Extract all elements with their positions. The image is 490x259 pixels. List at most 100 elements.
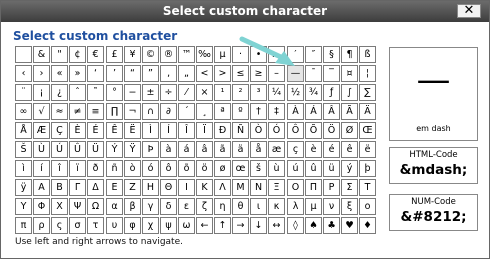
char-cell[interactable]: Γ: [69, 179, 86, 196]
char-cell[interactable]: ù: [268, 160, 285, 177]
char-cell[interactable]: ¥: [124, 46, 141, 63]
char-cell[interactable]: ë: [359, 141, 376, 158]
char-cell[interactable]: ‘: [87, 65, 104, 82]
char-cell[interactable]: œ: [232, 160, 249, 177]
char-cell[interactable]: ω: [178, 217, 195, 234]
char-cell[interactable]: [15, 46, 32, 63]
char-cell[interactable]: ô: [160, 160, 177, 177]
char-cell[interactable]: ”: [142, 65, 159, 82]
char-cell[interactable]: ™: [178, 46, 195, 63]
char-cell[interactable]: ↑: [214, 217, 231, 234]
char-cell[interactable]: Ο: [287, 179, 304, 196]
char-cell[interactable]: ‚: [160, 65, 177, 82]
char-cell[interactable]: õ: [178, 160, 195, 177]
char-cell[interactable]: μ: [305, 198, 322, 215]
char-cell[interactable]: ©: [142, 46, 159, 63]
char-cell[interactable]: γ: [142, 198, 159, 215]
char-cell[interactable]: ÿ: [15, 179, 32, 196]
char-cell[interactable]: ½: [287, 84, 304, 101]
char-cell[interactable]: ¢: [69, 46, 86, 63]
char-cell[interactable]: ó: [142, 160, 159, 177]
char-cell[interactable]: Κ: [196, 179, 213, 196]
char-cell[interactable]: ∞: [15, 103, 32, 120]
char-cell[interactable]: „: [178, 65, 195, 82]
char-cell[interactable]: Ω: [87, 198, 104, 215]
char-cell[interactable]: å: [250, 141, 267, 158]
char-cell[interactable]: ¬: [124, 103, 141, 120]
char-cell[interactable]: Μ: [232, 179, 249, 196]
char-cell[interactable]: í: [33, 160, 50, 177]
char-cell[interactable]: †: [250, 103, 267, 120]
char-cell[interactable]: ν: [323, 198, 340, 215]
char-cell[interactable]: ¹: [214, 84, 231, 101]
char-cell[interactable]: ψ: [160, 217, 177, 234]
char-cell[interactable]: α: [106, 198, 123, 215]
char-cell[interactable]: ι: [250, 198, 267, 215]
char-cell[interactable]: ♠: [305, 217, 322, 234]
char-cell[interactable]: €: [87, 46, 104, 63]
char-cell[interactable]: ≠: [69, 103, 86, 120]
char-cell[interactable]: Ó: [268, 122, 285, 139]
char-cell[interactable]: ∏: [106, 103, 123, 120]
char-cell[interactable]: ¨: [15, 84, 32, 101]
char-cell[interactable]: Φ: [33, 198, 50, 215]
char-cell[interactable]: ý: [341, 160, 358, 177]
char-cell[interactable]: φ: [124, 217, 141, 234]
char-cell[interactable]: Ð: [214, 122, 231, 139]
char-cell[interactable]: ƒ: [323, 84, 340, 101]
char-cell[interactable]: º: [232, 103, 249, 120]
char-cell[interactable]: £: [106, 46, 123, 63]
char-cell[interactable]: ä: [232, 141, 249, 158]
char-cell[interactable]: ³: [250, 84, 267, 101]
char-cell[interactable]: ã: [214, 141, 231, 158]
char-cell[interactable]: ì: [15, 160, 32, 177]
char-cell[interactable]: ¿: [51, 84, 68, 101]
char-cell[interactable]: Ι: [178, 179, 195, 196]
char-cell[interactable]: ±: [142, 84, 159, 101]
char-cell[interactable]: Ε: [106, 179, 123, 196]
char-cell[interactable]: ª: [214, 103, 231, 120]
char-cell[interactable]: ←: [196, 217, 213, 234]
char-cell[interactable]: Ü: [87, 141, 104, 158]
char-cell[interactable]: κ: [268, 198, 285, 215]
char-cell[interactable]: Τ: [359, 179, 376, 196]
char-cell[interactable]: Π: [305, 179, 322, 196]
char-cell[interactable]: Σ: [341, 179, 358, 196]
char-cell[interactable]: δ: [160, 198, 177, 215]
char-cell[interactable]: Û: [69, 141, 86, 158]
char-cell[interactable]: Ì: [142, 122, 159, 139]
char-cell[interactable]: µ: [214, 46, 231, 63]
char-cell[interactable]: Õ: [305, 122, 322, 139]
char-cell[interactable]: ς: [51, 217, 68, 234]
char-cell[interactable]: Ö: [323, 122, 340, 139]
char-cell[interactable]: Ï: [196, 122, 213, 139]
char-cell[interactable]: −: [124, 84, 141, 101]
char-cell[interactable]: ¯: [305, 65, 322, 82]
char-cell[interactable]: »: [69, 65, 86, 82]
char-cell[interactable]: ›: [33, 65, 50, 82]
char-cell[interactable]: Ò: [250, 122, 267, 139]
char-cell[interactable]: Ë: [124, 122, 141, 139]
char-cell[interactable]: Ξ: [268, 179, 285, 196]
char-cell[interactable]: Ζ: [124, 179, 141, 196]
char-cell[interactable]: °: [106, 84, 123, 101]
char-cell[interactable]: Ê: [106, 122, 123, 139]
char-cell[interactable]: Ç: [51, 122, 68, 139]
char-cell[interactable]: ¼: [268, 84, 285, 101]
char-cell[interactable]: ": [51, 46, 68, 63]
char-cell[interactable]: ß: [359, 46, 376, 63]
char-cell[interactable]: ‹: [15, 65, 32, 82]
char-cell[interactable]: ®: [160, 46, 177, 63]
char-cell[interactable]: Â: [323, 103, 340, 120]
char-cell[interactable]: À: [287, 103, 304, 120]
char-cell[interactable]: Ρ: [323, 179, 340, 196]
char-cell[interactable]: Δ: [87, 179, 104, 196]
char-cell[interactable]: ∫: [341, 84, 358, 101]
char-cell[interactable]: Ù: [33, 141, 50, 158]
char-cell[interactable]: λ: [287, 198, 304, 215]
char-cell[interactable]: ∂: [160, 103, 177, 120]
char-cell[interactable]: Œ: [359, 122, 376, 139]
char-cell[interactable]: ü: [323, 160, 340, 177]
char-cell[interactable]: ξ: [341, 198, 358, 215]
char-cell[interactable]: ∩: [142, 103, 159, 120]
